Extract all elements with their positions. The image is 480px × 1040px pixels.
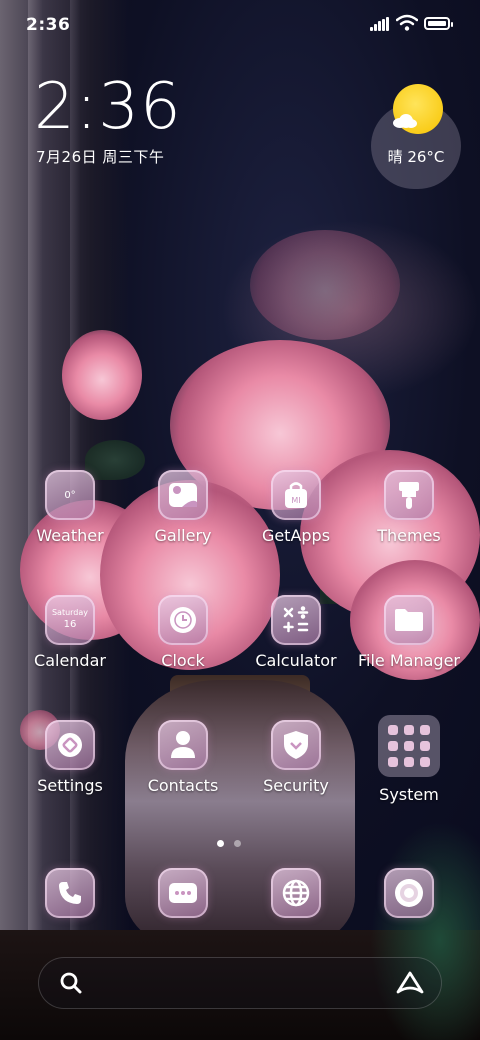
app-label: Themes bbox=[377, 526, 441, 545]
app-calculator[interactable]: Calculator bbox=[240, 595, 352, 670]
app-label: Gallery bbox=[154, 526, 212, 545]
app-settings[interactable]: Settings bbox=[14, 720, 126, 795]
system-folder-icon bbox=[378, 715, 440, 777]
page-indicator bbox=[217, 832, 251, 851]
messages-icon bbox=[158, 868, 208, 918]
app-security[interactable]: Security bbox=[240, 720, 352, 795]
app-label: Settings bbox=[37, 776, 103, 795]
status-bar: 2:36 bbox=[0, 0, 480, 50]
app-gallery[interactable]: Gallery bbox=[127, 470, 239, 545]
app-label: Contacts bbox=[147, 776, 219, 795]
app-file-manager[interactable]: File Manager bbox=[353, 595, 465, 670]
camera-icon bbox=[384, 868, 434, 918]
app-label: Weather bbox=[36, 526, 104, 545]
app-label: File Manager bbox=[358, 651, 460, 670]
calculator-icon bbox=[271, 595, 321, 645]
weather-icon: 0° bbox=[45, 470, 95, 520]
assistant-icon[interactable] bbox=[396, 971, 424, 995]
app-label: System bbox=[379, 785, 439, 804]
weather-text: 晴 26°C bbox=[387, 148, 445, 166]
clock-time: 2:36 bbox=[34, 70, 182, 144]
brush-icon bbox=[384, 470, 434, 520]
dock-browser[interactable] bbox=[240, 868, 352, 918]
page-dot-active bbox=[217, 840, 224, 847]
gallery-icon bbox=[158, 470, 208, 520]
app-label: Calculator bbox=[255, 651, 337, 670]
app-weather[interactable]: 0° Weather bbox=[14, 470, 126, 545]
settings-icon bbox=[45, 720, 95, 770]
phone-icon bbox=[45, 868, 95, 918]
dock-phone[interactable] bbox=[14, 868, 126, 918]
signal-icon bbox=[370, 17, 390, 31]
clock-icon bbox=[158, 595, 208, 645]
clock-date: 7月26日 周三下午 bbox=[36, 148, 165, 166]
wifi-icon bbox=[396, 14, 418, 31]
app-getapps[interactable]: MI GetApps bbox=[240, 470, 352, 545]
battery-icon bbox=[424, 17, 453, 30]
app-label: GetApps bbox=[261, 526, 331, 545]
app-calendar[interactable]: Saturday 16 Calendar bbox=[14, 595, 126, 670]
folder-icon bbox=[384, 595, 434, 645]
app-label: Clock bbox=[161, 651, 205, 670]
app-clock[interactable]: Clock bbox=[127, 595, 239, 670]
calendar-icon: Saturday 16 bbox=[45, 595, 95, 645]
contacts-icon bbox=[158, 720, 208, 770]
getapps-icon: MI bbox=[271, 470, 321, 520]
app-system-folder[interactable]: System bbox=[353, 715, 465, 804]
app-label: Security bbox=[263, 776, 329, 795]
dock-messages[interactable] bbox=[127, 868, 239, 918]
app-label: Calendar bbox=[34, 651, 106, 670]
app-themes[interactable]: Themes bbox=[353, 470, 465, 545]
cloud-icon bbox=[393, 114, 417, 128]
dock-camera[interactable] bbox=[353, 868, 465, 918]
search-icon bbox=[60, 972, 82, 994]
svg-text:MI: MI bbox=[291, 496, 300, 505]
page-dot bbox=[234, 840, 241, 847]
app-contacts[interactable]: Contacts bbox=[127, 720, 239, 795]
browser-icon bbox=[271, 868, 321, 918]
search-bar[interactable] bbox=[38, 957, 442, 1009]
shield-icon bbox=[271, 720, 321, 770]
status-time: 2:36 bbox=[26, 15, 71, 35]
